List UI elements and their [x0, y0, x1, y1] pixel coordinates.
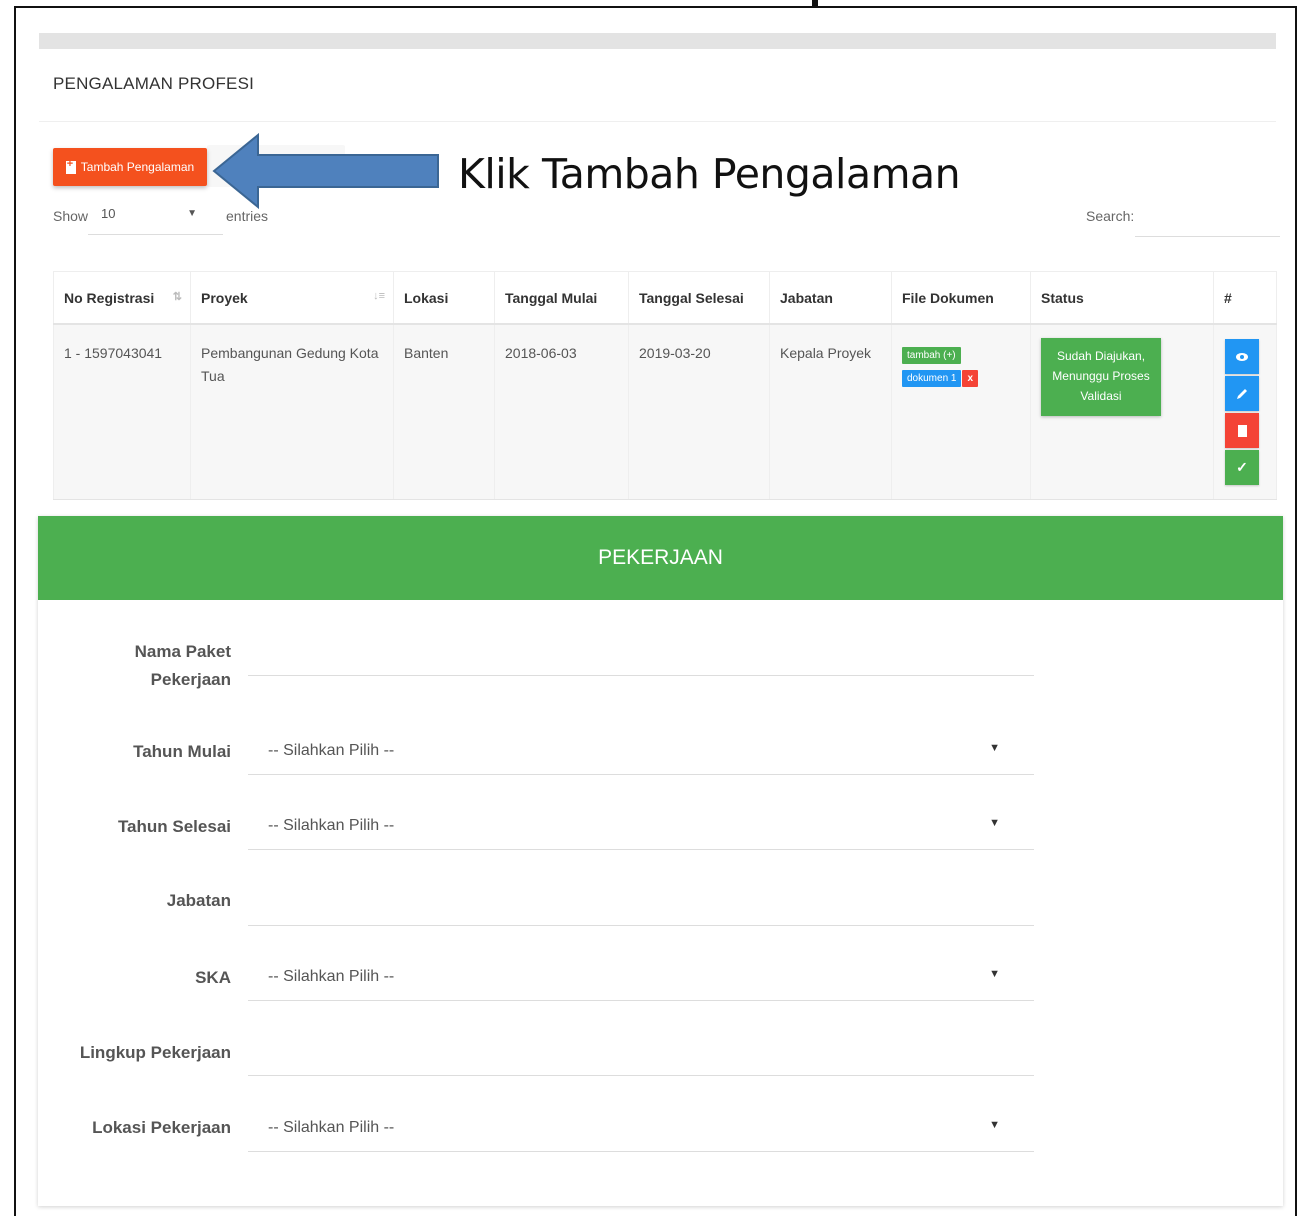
- column-header-lokasi[interactable]: Lokasi: [393, 271, 495, 325]
- dropdown-caret-icon: ▼: [989, 1119, 1000, 1131]
- select-placeholder: -- Silahkan Pilih --: [268, 817, 395, 834]
- entries-select[interactable]: 10 ▼: [88, 200, 223, 235]
- document-badge[interactable]: dokumen 1: [902, 370, 962, 387]
- cell-tanggal-selesai: 2019-03-20: [628, 324, 770, 500]
- header-label: Jabatan: [780, 289, 833, 306]
- add-experience-label: Tambah Pengalaman: [80, 160, 195, 174]
- cell-proyek: Pembangunan Gedung Kota Tua: [190, 324, 394, 500]
- view-button[interactable]: [1225, 339, 1259, 374]
- label-line: Pekerjaan: [150, 670, 231, 689]
- column-header-no-registrasi[interactable]: No Registrasi ⇅: [53, 271, 191, 325]
- form-header: PEKERJAAN: [38, 516, 1283, 600]
- header-label: No Registrasi: [64, 289, 155, 306]
- check-icon: ✓: [1236, 459, 1248, 475]
- remove-document-button[interactable]: x: [962, 370, 979, 387]
- lokasi-select[interactable]: -- Silahkan Pilih -- ▼: [248, 1111, 1034, 1152]
- search-label: Search:: [1086, 208, 1135, 224]
- column-header-tanggal-selesai[interactable]: Tanggal Selesai: [628, 271, 770, 325]
- select-placeholder: -- Silahkan Pilih --: [268, 1119, 395, 1136]
- select-placeholder: -- Silahkan Pilih --: [268, 968, 395, 985]
- field-label-lingkup: Lingkup Pekerjaan: [79, 1043, 231, 1062]
- tahun-mulai-select[interactable]: -- Silahkan Pilih -- ▼: [248, 734, 1034, 775]
- ska-select[interactable]: -- Silahkan Pilih -- ▼: [248, 960, 1034, 1001]
- pencil-icon: [1237, 388, 1247, 399]
- table-row: 1 - 1597043041 Pembangunan Gedung Kota T…: [53, 324, 1277, 500]
- nama-paket-input[interactable]: [248, 635, 1034, 676]
- entries-label: entries: [226, 208, 269, 224]
- column-header-file-dokumen[interactable]: File Dokumen: [891, 271, 1031, 325]
- dropdown-caret-icon: ▼: [989, 817, 1000, 829]
- job-form-card: PEKERJAAN Nama Paket Pekerjaan Tahun Mul…: [38, 516, 1283, 1206]
- header-label: Status: [1041, 289, 1084, 306]
- sort-icon: ↓≡: [373, 290, 385, 302]
- field-label-tahun-mulai: Tahun Mulai: [133, 742, 231, 761]
- arrow-callout: [212, 133, 439, 209]
- header-label: #: [1224, 289, 1232, 306]
- add-experience-button[interactable]: Tambah Pengalaman: [53, 148, 207, 186]
- frame-notch: [812, 0, 818, 8]
- field-label-lokasi: Lokasi Pekerjaan: [92, 1118, 231, 1137]
- column-header-jabatan[interactable]: Jabatan: [769, 271, 892, 325]
- form-row-jabatan: Jabatan: [38, 885, 1283, 926]
- header-label: File Dokumen: [902, 289, 994, 306]
- eye-icon: [1236, 352, 1248, 361]
- cell-no-registrasi: 1 - 1597043041: [53, 324, 191, 500]
- edit-button[interactable]: [1225, 376, 1259, 411]
- search-input[interactable]: [1135, 200, 1280, 237]
- dropdown-caret-icon: ▼: [989, 742, 1000, 754]
- form-row-tahun-mulai: Tahun Mulai -- Silahkan Pilih -- ▼: [38, 734, 1283, 775]
- header-label: Lokasi: [404, 289, 449, 306]
- column-header-proyek[interactable]: Proyek ↓≡: [190, 271, 394, 325]
- document-plus-icon: [65, 158, 76, 174]
- form-row-nama-paket: Nama Paket Pekerjaan: [38, 640, 1283, 689]
- jabatan-input[interactable]: [248, 885, 1034, 926]
- cell-jabatan: Kepala Proyek: [769, 324, 892, 500]
- field-label-ska: SKA: [195, 968, 231, 987]
- column-header-status[interactable]: Status: [1030, 271, 1214, 325]
- dropdown-caret-icon: ▼: [187, 208, 197, 219]
- table-header-row: No Registrasi ⇅ Proyek ↓≡ Lokasi Tanggal M…: [53, 271, 1277, 325]
- column-header-tanggal-mulai[interactable]: Tanggal Mulai: [494, 271, 629, 325]
- lingkup-input[interactable]: [248, 1035, 1034, 1076]
- top-bar: [39, 33, 1276, 49]
- form-row-lokasi: Lokasi Pekerjaan -- Silahkan Pilih -- ▼: [38, 1111, 1283, 1152]
- experience-table: No Registrasi ⇅ Proyek ↓≡ Lokasi Tanggal M…: [53, 271, 1277, 500]
- add-document-badge[interactable]: tambah (+): [902, 347, 961, 364]
- entries-select-value: 10: [101, 206, 116, 221]
- header-label: Tanggal Selesai: [639, 289, 744, 306]
- select-placeholder: -- Silahkan Pilih --: [268, 742, 395, 759]
- page-title: PENGALAMAN PROFESI: [53, 74, 255, 93]
- divider: [39, 121, 1276, 122]
- dropdown-caret-icon: ▼: [989, 968, 1000, 980]
- tahun-selesai-select[interactable]: -- Silahkan Pilih -- ▼: [248, 809, 1034, 850]
- cell-actions: ✓: [1213, 324, 1277, 500]
- delete-button[interactable]: [1225, 413, 1259, 448]
- form-row-tahun-selesai: Tahun Selesai -- Silahkan Pilih -- ▼: [38, 809, 1283, 850]
- cell-tanggal-mulai: 2018-06-03: [494, 324, 629, 500]
- show-label: Show: [53, 208, 89, 224]
- trash-icon: [1237, 424, 1247, 437]
- form-row-lingkup: Lingkup Pekerjaan: [38, 1035, 1283, 1076]
- header-label: Proyek: [201, 289, 248, 306]
- form-row-ska: SKA -- Silahkan Pilih -- ▼: [38, 960, 1283, 1001]
- cell-file-dokumen: tambah (+) dokumen 1x: [891, 324, 1031, 500]
- label-line: Nama Paket: [134, 642, 231, 661]
- sort-icon: ⇅: [172, 291, 182, 303]
- field-label-jabatan: Jabatan: [166, 891, 231, 910]
- cell-status: Sudah Diajukan, Menunggu Proses Validasi: [1030, 324, 1214, 500]
- annotation-callout: Klik Tambah Pengalaman: [458, 150, 961, 198]
- field-label-tahun-selesai: Tahun Selesai: [117, 817, 231, 836]
- header-label: Tanggal Mulai: [505, 289, 598, 306]
- column-header-actions: #: [1213, 271, 1277, 325]
- status-badge: Sudah Diajukan, Menunggu Proses Validasi: [1041, 338, 1161, 416]
- approve-button[interactable]: ✓: [1225, 450, 1259, 485]
- cell-lokasi: Banten: [393, 324, 495, 500]
- field-label-nama-paket: Nama Paket Pekerjaan: [135, 638, 231, 694]
